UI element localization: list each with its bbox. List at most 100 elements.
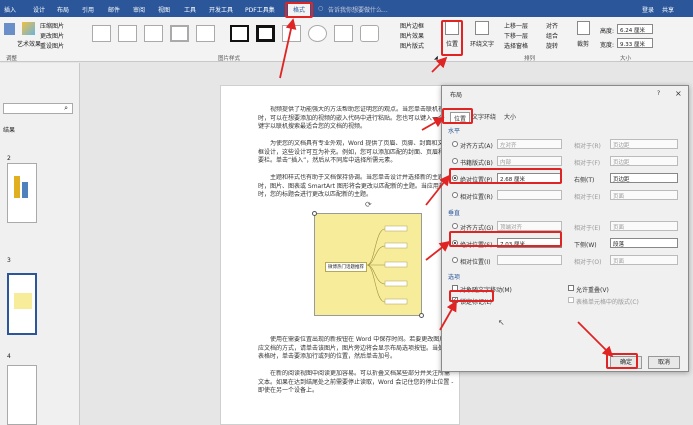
align-button[interactable]: 对齐 — [546, 21, 558, 30]
art-effect-button[interactable]: 艺术效果 — [17, 39, 41, 48]
group-button[interactable]: 组合 — [546, 31, 558, 40]
style-thumb[interactable] — [334, 25, 353, 42]
v-align-rel-select[interactable]: 页面 — [610, 221, 678, 231]
navigation-pane: ⌕ 结果 2 3 4 — [0, 63, 80, 425]
mind-map-picture[interactable]: 微博热门话题推荐 ⟳ — [312, 200, 424, 318]
rotate-handle-icon[interactable]: ⟳ — [365, 200, 372, 209]
v-relative-rel-select[interactable]: 页面 — [610, 255, 678, 265]
tab-insert[interactable]: 插入 — [4, 5, 16, 14]
style-thumb[interactable] — [196, 25, 215, 42]
resize-handle[interactable] — [419, 313, 424, 318]
h-relative-input[interactable] — [497, 190, 562, 200]
reset-picture-button[interactable]: 重设图片 — [40, 41, 64, 50]
allow-overlap-label: 允许重叠(V) — [576, 287, 609, 294]
style-thumb[interactable] — [170, 25, 189, 42]
tab-size[interactable]: 大小 — [504, 112, 516, 121]
page-thumbnail[interactable] — [7, 163, 37, 223]
tab-developer[interactable]: 开发工具 — [209, 5, 233, 14]
width-label: 宽度: — [600, 42, 615, 49]
page-thumbnail[interactable] — [7, 365, 37, 425]
style-thumb[interactable] — [144, 25, 163, 42]
compress-pictures-button[interactable]: 压缩图片 — [40, 21, 64, 30]
color-icon[interactable] — [4, 23, 15, 35]
tab-tools[interactable]: 工具 — [184, 5, 196, 14]
selection-pane-button[interactable]: 选择窗格 — [504, 41, 528, 50]
crop-icon[interactable] — [577, 21, 590, 35]
h-book-select[interactable]: 内部 — [497, 156, 562, 166]
send-backward-button[interactable]: 下移一层 — [504, 31, 528, 40]
login-link[interactable]: 登录 — [642, 5, 654, 14]
share-button[interactable]: 共享 — [662, 5, 674, 14]
highlight-format-tab — [285, 2, 313, 18]
h-relative-rel-select[interactable]: 页面 — [610, 190, 678, 200]
style-thumb[interactable] — [92, 25, 111, 42]
v-align-select[interactable]: 顶端对齐 — [497, 221, 562, 231]
tab-mailings[interactable]: 邮件 — [108, 5, 120, 14]
wrap-text-icon[interactable] — [475, 21, 489, 35]
rotate-button[interactable]: 旋转 — [546, 41, 558, 50]
page-thumbnail-current[interactable] — [7, 273, 37, 335]
art-effect-icon[interactable] — [22, 22, 35, 35]
highlight-lock-anchor — [449, 290, 494, 302]
results-tab[interactable]: 结果 — [3, 125, 15, 134]
style-thumb[interactable] — [230, 25, 249, 42]
change-picture-button[interactable]: 更改图片 — [40, 31, 64, 40]
tab-layout[interactable]: 布局 — [57, 5, 69, 14]
allow-overlap-checkbox[interactable] — [568, 285, 574, 291]
height-input[interactable]: 6.24 厘米 — [617, 24, 653, 34]
group-adjust-label: 调整 — [6, 56, 18, 62]
h-absolute-rel-label: 右侧(T) — [574, 177, 595, 184]
h-absolute-rel-select[interactable]: 页边距 — [610, 173, 678, 183]
paragraph: 视频提供了功能强大的方法帮助您证明您的观点。当您单击联机视频时，可以在想要添加的… — [258, 106, 451, 130]
h-align-radio[interactable] — [452, 141, 458, 147]
tab-view[interactable]: 视图 — [158, 5, 170, 14]
picture-layout-button[interactable]: 图片版式 — [400, 41, 424, 50]
tell-me-search[interactable]: 告诉我你想要做什么... — [328, 5, 388, 14]
search-icon[interactable]: ⌕ — [64, 104, 68, 113]
picture-effects-button[interactable]: 图片效果 — [400, 31, 424, 40]
tab-review[interactable]: 审阅 — [133, 5, 145, 14]
document-page[interactable]: 视频提供了功能强大的方法帮助您证明您的观点。当您单击联机视频时，可以在想要添加的… — [220, 85, 460, 425]
v-align-rel-label: 相对于(E) — [574, 225, 601, 232]
nav-search-input[interactable]: ⌕ — [3, 103, 73, 114]
h-align-label: 对齐方式(A) — [460, 143, 493, 150]
v-relative-input[interactable] — [497, 255, 562, 265]
ribbon-tab-bar: 插入 设计 布局 引用 邮件 审阅 视图 工具 开发工具 PDF工具集 格式 ○… — [0, 0, 693, 17]
close-icon[interactable]: × — [675, 89, 682, 98]
wrap-text-button[interactable]: 环绕文字 — [470, 39, 494, 48]
v-relative-radio[interactable] — [452, 257, 458, 263]
tab-references[interactable]: 引用 — [82, 5, 94, 14]
h-align-rel-select[interactable]: 页边距 — [610, 139, 678, 149]
bring-forward-button[interactable]: 上移一层 — [504, 21, 528, 30]
layout-in-cell-checkbox[interactable] — [568, 297, 574, 303]
width-input[interactable]: 9.33 厘米 — [617, 38, 653, 48]
style-thumb[interactable] — [360, 25, 379, 42]
h-relative-label: 相对位置(R) — [460, 194, 493, 201]
paragraph: 使用在需要位置出现的新按钮在 Word 中保存时间。若要更改图片适应文档的方式，… — [258, 336, 452, 360]
mind-map-branches — [366, 225, 408, 305]
crop-button[interactable]: 裁剪 — [577, 39, 589, 48]
v-relative-label: 相对位置(I) — [460, 259, 491, 266]
h-align-select[interactable]: 左对齐 — [497, 139, 562, 149]
help-icon[interactable]: ? — [657, 90, 660, 97]
vertical-section-label: 垂直 — [448, 210, 461, 217]
cancel-button[interactable]: 取消 — [648, 356, 680, 369]
h-book-rel-select[interactable]: 页边距 — [610, 156, 678, 166]
dialog-launcher-icon[interactable]: ◢ — [434, 55, 438, 61]
h-book-label: 书籍版式(B) — [460, 160, 493, 167]
style-thumb[interactable] — [308, 25, 327, 42]
h-book-radio[interactable] — [452, 158, 458, 164]
tab-text-wrapping[interactable]: 文字环绕 — [472, 112, 496, 121]
h-relative-radio[interactable] — [452, 192, 458, 198]
highlight-position-tab — [442, 108, 473, 124]
picture-border-button[interactable]: 图片边框 — [400, 21, 424, 30]
v-align-radio[interactable] — [452, 223, 458, 229]
style-thumb[interactable] — [118, 25, 137, 42]
options-section-label: 选项 — [448, 274, 461, 281]
resize-handle[interactable] — [312, 211, 317, 216]
style-thumb[interactable] — [282, 25, 301, 42]
tab-design[interactable]: 设计 — [33, 5, 45, 14]
tab-pdf-tools[interactable]: PDF工具集 — [245, 5, 275, 14]
v-absolute-rel-select[interactable]: 段落 — [610, 238, 678, 248]
style-thumb-selected[interactable] — [256, 25, 275, 42]
